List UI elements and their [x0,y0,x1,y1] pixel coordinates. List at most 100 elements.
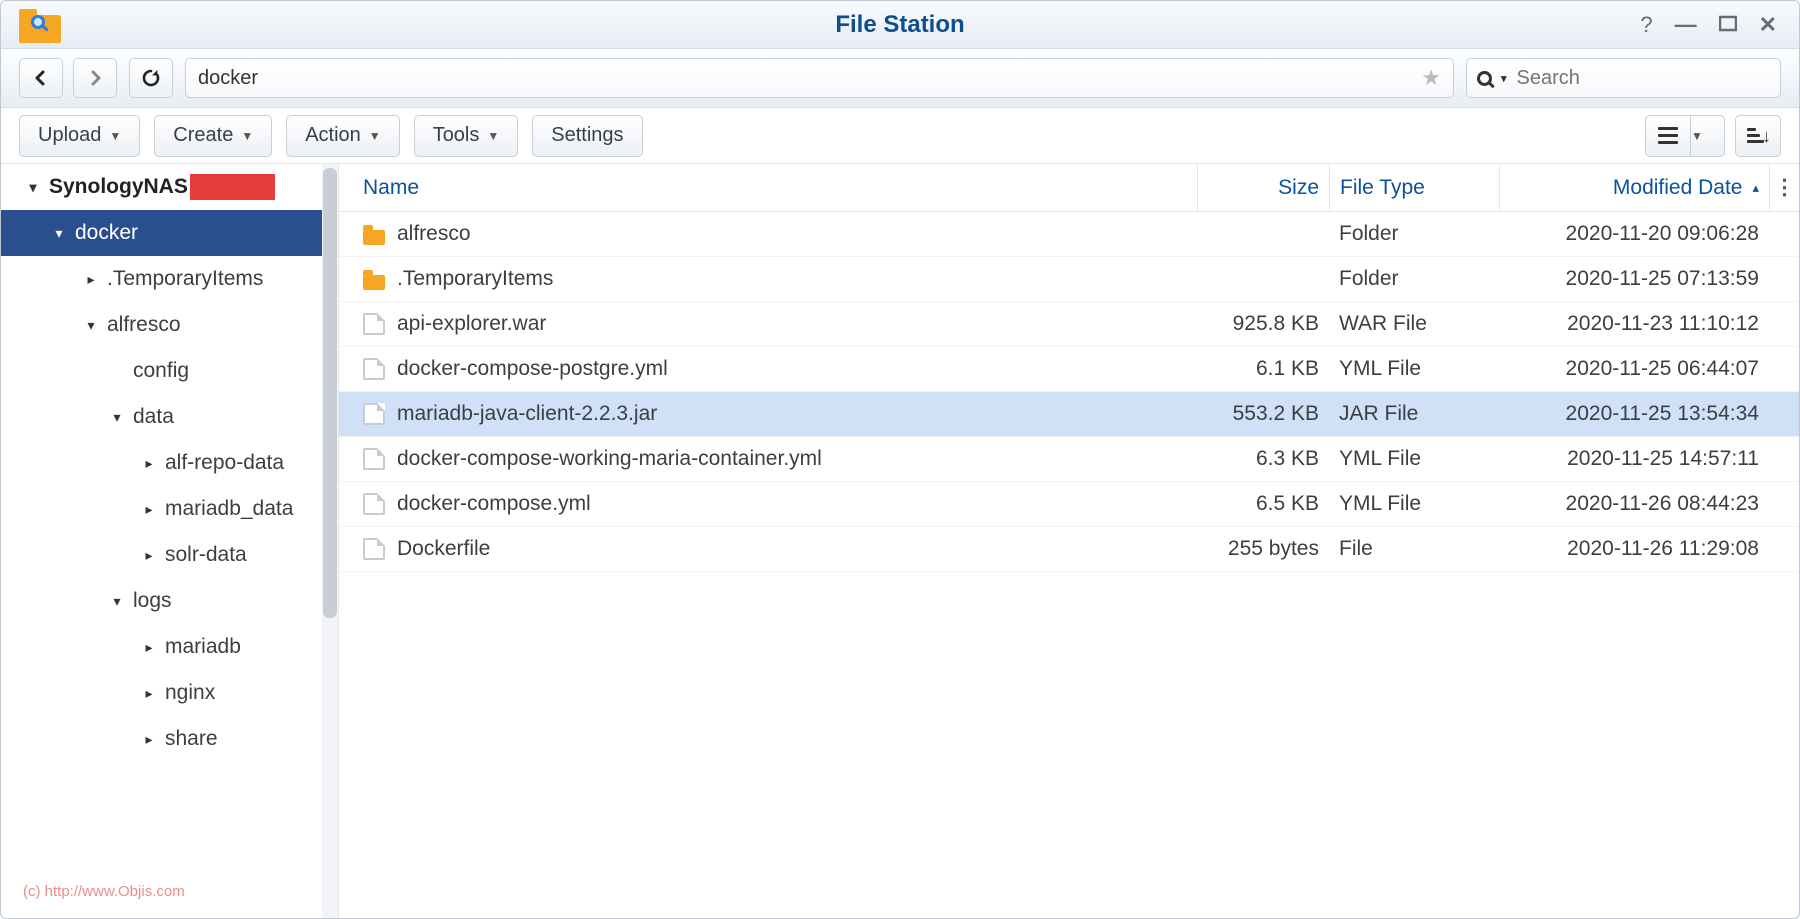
tree-item-data[interactable]: data [1,394,338,440]
upload-button[interactable]: Upload▼ [19,115,140,157]
cell-name: api-explorer.war [397,312,546,336]
cell-name: .TemporaryItems [397,267,553,291]
folder-icon [363,268,385,290]
help-icon[interactable]: ? [1640,14,1652,36]
app-icon [19,7,61,43]
favorite-icon[interactable]: ★ [1421,65,1441,91]
action-button[interactable]: Action▼ [286,115,399,157]
cell-size: 925.8 KB [1197,312,1329,336]
tree-item-share[interactable]: share [1,716,338,762]
cell-type: Folder [1329,222,1499,246]
cell-modified: 2020-11-25 06:44:07 [1499,357,1769,381]
cell-modified: 2020-11-26 08:44:23 [1499,492,1769,516]
tree-item-alf-repo-data[interactable]: alf-repo-data [1,440,338,486]
copyright-watermark: (c) http://www.Objis.com [23,883,185,900]
search-icon[interactable]: ▾ [1477,68,1507,89]
cell-modified: 2020-11-25 07:13:59 [1499,267,1769,291]
tree-item-alfresco[interactable]: alfresco [1,302,338,348]
table-row[interactable]: mariadb-java-client-2.2.3.jar 553.2 KBJAR… [339,392,1799,437]
cell-modified: 2020-11-23 11:10:12 [1499,312,1769,336]
chevron-down-icon: ▼ [241,129,253,143]
table-row[interactable]: docker-compose-working-maria-container.y… [339,437,1799,482]
path-input[interactable]: docker ★ [185,58,1454,98]
cell-modified: 2020-11-20 09:06:28 [1499,222,1769,246]
cell-type: JAR File [1329,402,1499,426]
tree-item-mariadb-data[interactable]: mariadb_data [1,486,338,532]
file-icon [363,403,385,425]
cell-type: Folder [1329,267,1499,291]
forward-button[interactable] [73,58,117,98]
app-title: File Station [835,11,964,39]
table-row[interactable]: docker-compose.yml6.5 KBYML File2020-11-… [339,482,1799,527]
cell-type: WAR File [1329,312,1499,336]
tree-item-mariadb[interactable]: mariadb [1,624,338,670]
table-row[interactable]: alfresco Folder2020-11-20 09:06:28 [339,212,1799,257]
cell-type: YML File [1329,492,1499,516]
file-station-window: File Station ? — ✕ docker ★ ▾ [0,0,1800,919]
file-grid: Name Size File Type Modified Date ⋮ alfr… [339,164,1799,918]
sort-icon: ↓ [1747,126,1769,146]
titlebar: File Station ? — ✕ [1,1,1799,49]
cell-type: File [1329,537,1499,561]
create-button[interactable]: Create▼ [154,115,272,157]
table-row[interactable]: Dockerfile255 bytesFile2020-11-26 11:29:… [339,527,1799,572]
file-icon [363,358,385,380]
tree-root[interactable]: SynologyNAS [1,164,338,210]
cell-type: YML File [1329,447,1499,471]
cell-name: alfresco [397,222,471,246]
chevron-down-icon: ▼ [487,129,499,143]
col-type[interactable]: File Type [1329,164,1499,211]
cell-name: mariadb-java-client-2.2.3.jar [397,402,657,426]
cell-size: 6.5 KB [1197,492,1329,516]
col-more-icon[interactable]: ⋮ [1769,164,1799,211]
tree-item-nginx[interactable]: nginx [1,670,338,716]
cell-modified: 2020-11-25 13:54:34 [1499,402,1769,426]
tree-item-docker[interactable]: docker [1,210,338,256]
file-icon [363,493,385,515]
file-icon [363,448,385,470]
sort-button[interactable]: ↓ [1735,115,1781,157]
table-row[interactable]: api-explorer.war 925.8 KBWAR File2020-11-… [339,302,1799,347]
grid-header: Name Size File Type Modified Date ⋮ [339,164,1799,212]
chevron-down-icon: ▼ [109,129,121,143]
tree-item-logs[interactable]: logs [1,578,338,624]
col-size[interactable]: Size [1197,164,1329,211]
window-controls: ? — ✕ [1640,14,1799,36]
cell-size: 553.2 KB [1197,402,1329,426]
redacted-block [190,174,275,200]
col-modified[interactable]: Modified Date [1499,164,1769,211]
table-row[interactable]: docker-compose-postgre.yml6.1 KBYML File… [339,347,1799,392]
view-mode-button[interactable]: ▼ [1645,115,1725,157]
refresh-button[interactable] [129,58,173,98]
tree-item-solr-data[interactable]: solr-data [1,532,338,578]
cell-name: docker-compose-postgre.yml [397,357,668,381]
col-name[interactable]: Name [353,176,1197,200]
tree-item-temporaryitems[interactable]: .TemporaryItems [1,256,338,302]
grid-body: alfresco Folder2020-11-20 09:06:28 .Tempor… [339,212,1799,918]
list-view-icon [1658,127,1678,144]
tree-scrollbar[interactable] [322,164,338,918]
nav-buttons [19,58,117,98]
settings-button[interactable]: Settings [532,115,642,157]
cell-modified: 2020-11-26 11:29:08 [1499,537,1769,561]
cell-size: 255 bytes [1197,537,1329,561]
search-box[interactable]: ▾ [1466,58,1781,98]
folder-icon [363,223,385,245]
close-icon[interactable]: ✕ [1759,14,1777,36]
minimize-icon[interactable]: — [1675,14,1697,36]
file-icon [363,538,385,560]
path-value: docker [198,67,258,90]
cell-type: YML File [1329,357,1499,381]
chevron-down-icon: ▼ [369,129,381,143]
maximize-icon[interactable] [1719,14,1737,36]
tree-item-config[interactable]: config [1,348,338,394]
nav-bar: docker ★ ▾ [1,49,1799,108]
file-icon [363,313,385,335]
search-input[interactable] [1515,66,1784,91]
chevron-down-icon: ▼ [1691,129,1703,143]
folder-tree: SynologyNAS docker .TemporaryItems alfre… [1,164,339,918]
tools-button[interactable]: Tools▼ [414,115,519,157]
cell-modified: 2020-11-25 14:57:11 [1499,447,1769,471]
back-button[interactable] [19,58,63,98]
table-row[interactable]: .TemporaryItems Folder2020-11-25 07:13:59 [339,257,1799,302]
